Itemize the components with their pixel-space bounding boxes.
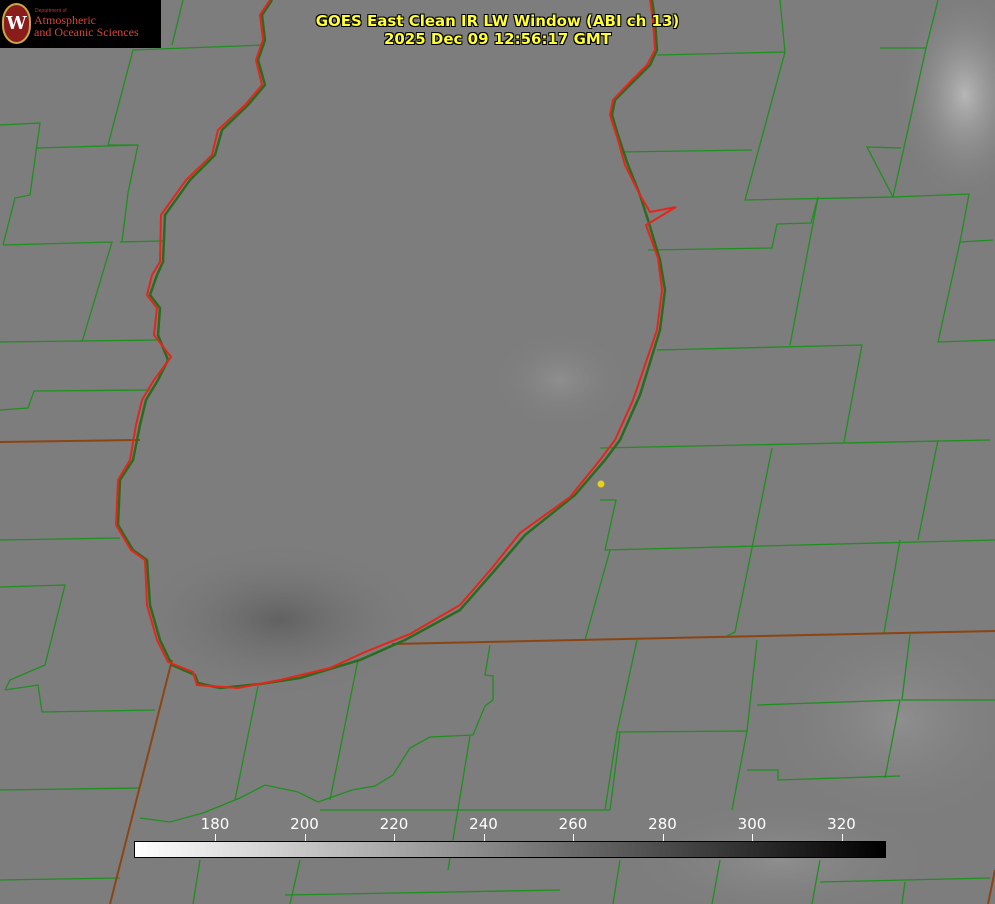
university-seal-icon: W bbox=[2, 3, 31, 44]
colorbar-tick-mark bbox=[483, 834, 485, 841]
lake-light-region bbox=[490, 330, 630, 430]
colorbar-tick-mark bbox=[841, 834, 843, 841]
colorbar-tick-label: 300 bbox=[737, 815, 767, 833]
satellite-map[interactable] bbox=[0, 0, 995, 904]
colorbar-tick-label: 220 bbox=[379, 815, 409, 833]
uw-aos-logo[interactable]: W Department of Atmospheric and Oceanic … bbox=[0, 0, 161, 48]
colorbar-tick-mark bbox=[573, 834, 574, 841]
colorbar-tick-mark bbox=[662, 834, 664, 841]
lake-dark-region bbox=[130, 540, 430, 700]
colorbar-tick-label: 180 bbox=[200, 815, 230, 833]
logo-text-line2: and Oceanic Sciences bbox=[34, 25, 139, 39]
colorbar bbox=[134, 841, 886, 858]
colorbar-tick-mark bbox=[304, 834, 306, 841]
image-timestamp: 2025 Dec 09 12:56:17 GMT bbox=[383, 30, 612, 48]
colorbar-tick-label: 320 bbox=[827, 815, 856, 833]
colorbar-tick-mark bbox=[215, 834, 216, 841]
colorbar-tick-mark bbox=[752, 834, 753, 841]
colorbar-tick-label: 200 bbox=[290, 815, 319, 833]
image-title: GOES East Clean IR LW Window (ABI ch 13) bbox=[315, 12, 680, 30]
colorbar-tick-label: 260 bbox=[558, 815, 588, 833]
colorbar-tick-label: 240 bbox=[469, 815, 498, 833]
colorbar-tick-label: 280 bbox=[648, 815, 677, 833]
location-marker[interactable] bbox=[597, 480, 605, 488]
colorbar-tick-mark bbox=[394, 834, 395, 841]
